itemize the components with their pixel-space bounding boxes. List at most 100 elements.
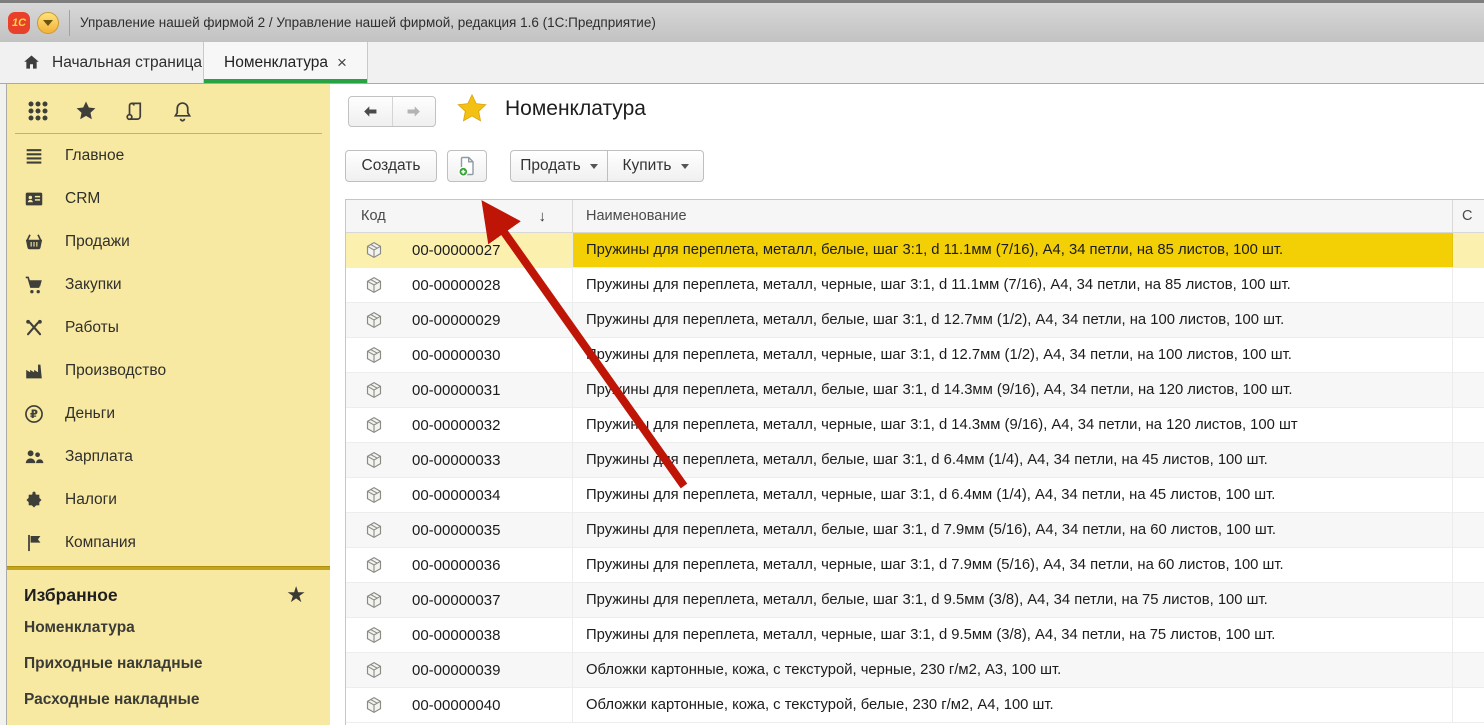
table-row[interactable]: 00-00000040Обложки картонные, кожа, с те… [346, 688, 1484, 723]
favorites-item-nomenklatura[interactable]: Номенклатура [7, 610, 330, 646]
sidebar-item-proizvodstvo[interactable]: Производство [7, 349, 330, 392]
sidebar-item-nalogi[interactable]: Налоги [7, 478, 330, 521]
row-extra-cell[interactable] [1453, 513, 1484, 547]
row-name-cell[interactable]: Обложки картонные, кожа, с текстурой, че… [573, 653, 1453, 687]
row-code: 00-00000031 [412, 382, 500, 399]
table-row[interactable]: 00-00000034Пружины для переплета, металл… [346, 478, 1484, 513]
row-extra-cell[interactable] [1453, 233, 1484, 267]
apps-grid-icon[interactable] [25, 98, 51, 124]
row-extra-cell[interactable] [1453, 688, 1484, 722]
row-name-cell[interactable]: Пружины для переплета, металл, черные, ш… [573, 338, 1453, 372]
row-name-cell[interactable]: Пружины для переплета, металл, черные, ш… [573, 548, 1453, 582]
row-extra-cell[interactable] [1453, 443, 1484, 477]
create-group-button[interactable] [447, 150, 487, 182]
sidebar-item-zakupki[interactable]: Закупки [7, 263, 330, 306]
favorites-star-icon[interactable]: ★ [286, 584, 306, 606]
table-row[interactable]: 00-00000030Пружины для переплета, металл… [346, 338, 1484, 373]
column-header-code[interactable]: Код ↓ [346, 200, 573, 232]
row-code-cell[interactable]: 00-00000027 [346, 233, 573, 267]
favorites-header: Избранное ★ [7, 570, 330, 610]
tab-nomenklatura[interactable]: Номенклатура × [204, 42, 368, 83]
sidebar-item-kompaniya[interactable]: Компания [7, 521, 330, 564]
table-row[interactable]: 00-00000028 Пружины для переплета, металл… [346, 268, 1484, 303]
sort-descending-icon[interactable]: ↓ [539, 208, 573, 225]
sidebar-item-crm[interactable]: CRM [7, 177, 330, 220]
table-row[interactable]: 00-00000027Пружины для переплета, металл… [346, 233, 1484, 268]
favorites-star-icon[interactable] [73, 98, 99, 124]
table-row[interactable]: 00-00000029Пружины для переплета, металл… [346, 303, 1484, 338]
row-name-cell[interactable]: Пружины для переплета, металл, белые, ша… [573, 583, 1453, 617]
favorites-item-prihodnye-nakladnye[interactable]: Приходные накладные [7, 646, 330, 682]
table-row[interactable]: 00-00000031 Пружины для переплета, металл… [346, 373, 1484, 408]
row-code-cell[interactable]: 00-00000035 [346, 513, 573, 547]
table-row[interactable]: 00-00000032Пружины для переплета, металл… [346, 408, 1484, 443]
row-name-cell[interactable]: Пружины для переплета, металл, черные, ш… [573, 268, 1453, 302]
tab-home[interactable]: Начальная страница [0, 42, 202, 83]
history-icon[interactable] [121, 98, 147, 124]
row-code-cell[interactable]: 00-00000034 [346, 478, 573, 512]
row-extra-cell[interactable] [1453, 548, 1484, 582]
row-code: 00-00000035 [412, 522, 500, 539]
row-code: 00-00000036 [412, 557, 500, 574]
table-row[interactable]: 00-00000036 Пружины для переплета, металл… [346, 548, 1484, 583]
notifications-bell-icon[interactable] [169, 98, 195, 124]
row-extra-cell[interactable] [1453, 408, 1484, 442]
package-icon [364, 450, 384, 470]
row-extra-cell[interactable] [1453, 478, 1484, 512]
row-code-cell[interactable]: 00-00000029 [346, 303, 573, 337]
package-icon [364, 520, 384, 540]
favorites-item-rashodnye-nakladnye[interactable]: Расходные накладные [7, 682, 330, 718]
favorites-list: НоменклатураПриходные накладныеРасходные… [7, 610, 330, 718]
column-header-next[interactable]: С [1453, 200, 1484, 232]
sidebar-item-dengi[interactable]: ₽Деньги [7, 392, 330, 435]
row-code-cell[interactable]: 00-00000031 [346, 373, 573, 407]
row-name-cell[interactable]: Пружины для переплета, металл, черные, ш… [573, 408, 1453, 442]
back-button[interactable] [349, 97, 392, 126]
sidebar-item-zarplata[interactable]: Зарплата [7, 435, 330, 478]
row-name-cell[interactable]: Обложки картонные, кожа, с текстурой, бе… [573, 688, 1453, 722]
row-code-cell[interactable]: 00-00000033 [346, 443, 573, 477]
sidebar-item-glavnoe[interactable]: Главное [7, 134, 330, 177]
row-extra-cell[interactable] [1453, 303, 1484, 337]
row-extra-cell[interactable] [1453, 653, 1484, 687]
table-row[interactable]: 00-00000038Пружины для переплета, металл… [346, 618, 1484, 653]
row-name-cell[interactable]: Пружины для переплета, металл, белые, ша… [573, 373, 1453, 407]
table-row[interactable]: 00-00000035 Пружины для переплета, металл… [346, 513, 1484, 548]
row-code-cell[interactable]: 00-00000039 [346, 653, 573, 687]
row-extra-cell[interactable] [1453, 268, 1484, 302]
row-name-cell[interactable]: Пружины для переплета, металл, белые, ша… [573, 303, 1453, 337]
row-extra-cell[interactable] [1453, 583, 1484, 617]
table-row[interactable]: 00-00000039Обложки картонные, кожа, с те… [346, 653, 1484, 688]
row-extra-cell[interactable] [1453, 618, 1484, 652]
favorite-star-icon[interactable] [455, 92, 489, 126]
row-name-cell[interactable]: Пружины для переплета, металл, белые, ша… [573, 233, 1453, 267]
row-code-cell[interactable]: 00-00000040 [346, 688, 573, 722]
row-name-cell[interactable]: Пружины для переплета, металл, белые, ша… [573, 513, 1453, 547]
table-row[interactable]: 00-00000033Пружины для переплета, металл… [346, 443, 1484, 478]
sidebar-item-prodazhi[interactable]: Продажи [7, 220, 330, 263]
row-code-cell[interactable]: 00-00000032 [346, 408, 573, 442]
forward-button[interactable] [392, 97, 436, 126]
row-code-cell[interactable]: 00-00000037 [346, 583, 573, 617]
row-code-cell[interactable]: 00-00000038 [346, 618, 573, 652]
row-code-cell[interactable]: 00-00000028 [346, 268, 573, 302]
row-extra-cell[interactable] [1453, 373, 1484, 407]
main-menu-button[interactable] [37, 12, 59, 34]
sidebar-item-label: Закупки [65, 276, 122, 294]
row-code-cell[interactable]: 00-00000036 [346, 548, 573, 582]
row-name-cell[interactable]: Пружины для переплета, металл, черные, ш… [573, 618, 1453, 652]
tab-close-icon[interactable]: × [337, 54, 347, 71]
row-code-cell[interactable]: 00-00000030 [346, 338, 573, 372]
row-extra-cell[interactable] [1453, 338, 1484, 372]
sidebar-item-raboty[interactable]: Работы [7, 306, 330, 349]
row-name-cell[interactable]: Пружины для переплета, металл, белые, ша… [573, 443, 1453, 477]
buy-button[interactable]: Купить [607, 150, 704, 182]
table-row[interactable]: 00-00000037Пружины для переплета, металл… [346, 583, 1484, 618]
crm-card-icon [23, 188, 45, 210]
package-icon [364, 590, 384, 610]
column-header-name[interactable]: Наименование [573, 200, 1453, 232]
row-code: 00-00000028 [412, 277, 500, 294]
row-name-cell[interactable]: Пружины для переплета, металл, черные, ш… [573, 478, 1453, 512]
sell-button[interactable]: Продать [510, 150, 607, 182]
create-button[interactable]: Создать [345, 150, 437, 182]
